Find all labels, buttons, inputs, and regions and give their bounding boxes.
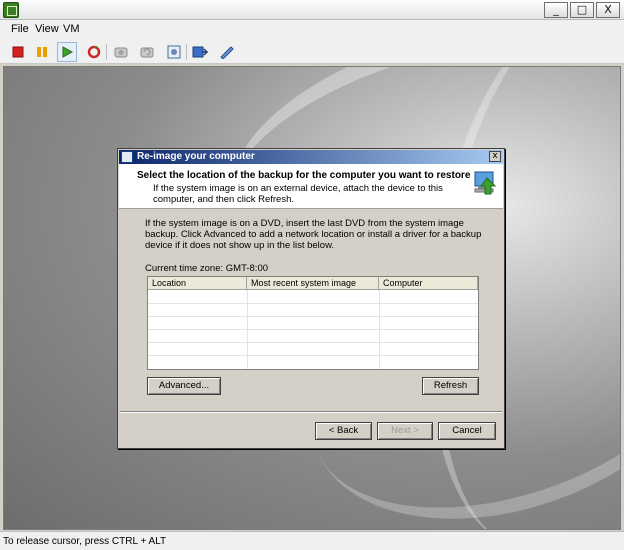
back-button[interactable]: < Back bbox=[315, 422, 372, 440]
column-header-computer[interactable]: Computer bbox=[379, 277, 478, 289]
list-gridline bbox=[247, 290, 248, 369]
computer-restore-icon bbox=[471, 168, 499, 198]
reimage-dialog: Re-image your computer x Select the loca… bbox=[117, 148, 505, 449]
dialog-header: Select the location of the backup for th… bbox=[119, 164, 503, 209]
dialog-app-icon bbox=[121, 151, 133, 163]
next-button[interactable]: Next > bbox=[377, 422, 433, 440]
reset-icon[interactable] bbox=[84, 42, 104, 62]
stop-icon[interactable] bbox=[8, 42, 28, 62]
window-controls: _ □ X bbox=[544, 2, 620, 18]
status-text: To release cursor, press CTRL + ALT bbox=[3, 536, 167, 547]
dialog-description: If the system image is on a DVD, insert … bbox=[145, 218, 482, 251]
dialog-title: Re-image your computer bbox=[137, 151, 255, 162]
list-gridline bbox=[148, 355, 478, 356]
refresh-button[interactable]: Refresh bbox=[422, 377, 479, 395]
menu-vm[interactable]: VM bbox=[63, 23, 80, 35]
column-header-location[interactable]: Location bbox=[148, 277, 247, 289]
close-button[interactable]: X bbox=[596, 2, 620, 18]
dialog-titlebar: Re-image your computer x bbox=[119, 150, 503, 164]
column-header-recent-image[interactable]: Most recent system image bbox=[247, 277, 379, 289]
insert-disk-icon[interactable] bbox=[190, 42, 210, 62]
dialog-close-button[interactable]: x bbox=[489, 151, 501, 162]
menu-bar: File View VM bbox=[0, 20, 624, 40]
status-bar: To release cursor, press CTRL + ALT bbox=[0, 531, 624, 550]
list-gridline bbox=[148, 316, 478, 317]
play-icon[interactable] bbox=[57, 42, 77, 62]
list-header: Location Most recent system image Comput… bbox=[148, 277, 478, 290]
toolbar-separator bbox=[186, 44, 187, 60]
header-subtitle: If the system image is on an external de… bbox=[153, 183, 443, 205]
settings-icon[interactable] bbox=[217, 42, 237, 62]
manage-snapshots-icon[interactable] bbox=[164, 42, 184, 62]
revert-snapshot-icon[interactable] bbox=[137, 42, 157, 62]
snapshot-icon[interactable] bbox=[111, 42, 131, 62]
cancel-button[interactable]: Cancel bbox=[438, 422, 496, 440]
backup-location-list[interactable]: Location Most recent system image Comput… bbox=[147, 276, 479, 370]
pause-icon[interactable] bbox=[32, 42, 52, 62]
minimize-button[interactable]: _ bbox=[544, 2, 568, 18]
list-gridline bbox=[148, 303, 478, 304]
header-title: Select the location of the backup for th… bbox=[137, 170, 471, 181]
dialog-separator bbox=[120, 411, 502, 413]
menu-view[interactable]: View bbox=[35, 23, 59, 35]
menu-file[interactable]: File bbox=[11, 23, 29, 35]
list-gridline bbox=[379, 290, 380, 369]
list-gridline bbox=[148, 342, 478, 343]
vm-app-icon bbox=[3, 2, 19, 18]
window-titlebar: _ □ X bbox=[0, 0, 624, 20]
toolbar bbox=[0, 40, 624, 64]
list-gridline bbox=[148, 329, 478, 330]
maximize-button[interactable]: □ bbox=[570, 2, 594, 18]
timezone-label: Current time zone: GMT-8:00 bbox=[145, 263, 269, 274]
advanced-button[interactable]: Advanced... bbox=[147, 377, 221, 395]
toolbar-separator bbox=[106, 44, 107, 60]
